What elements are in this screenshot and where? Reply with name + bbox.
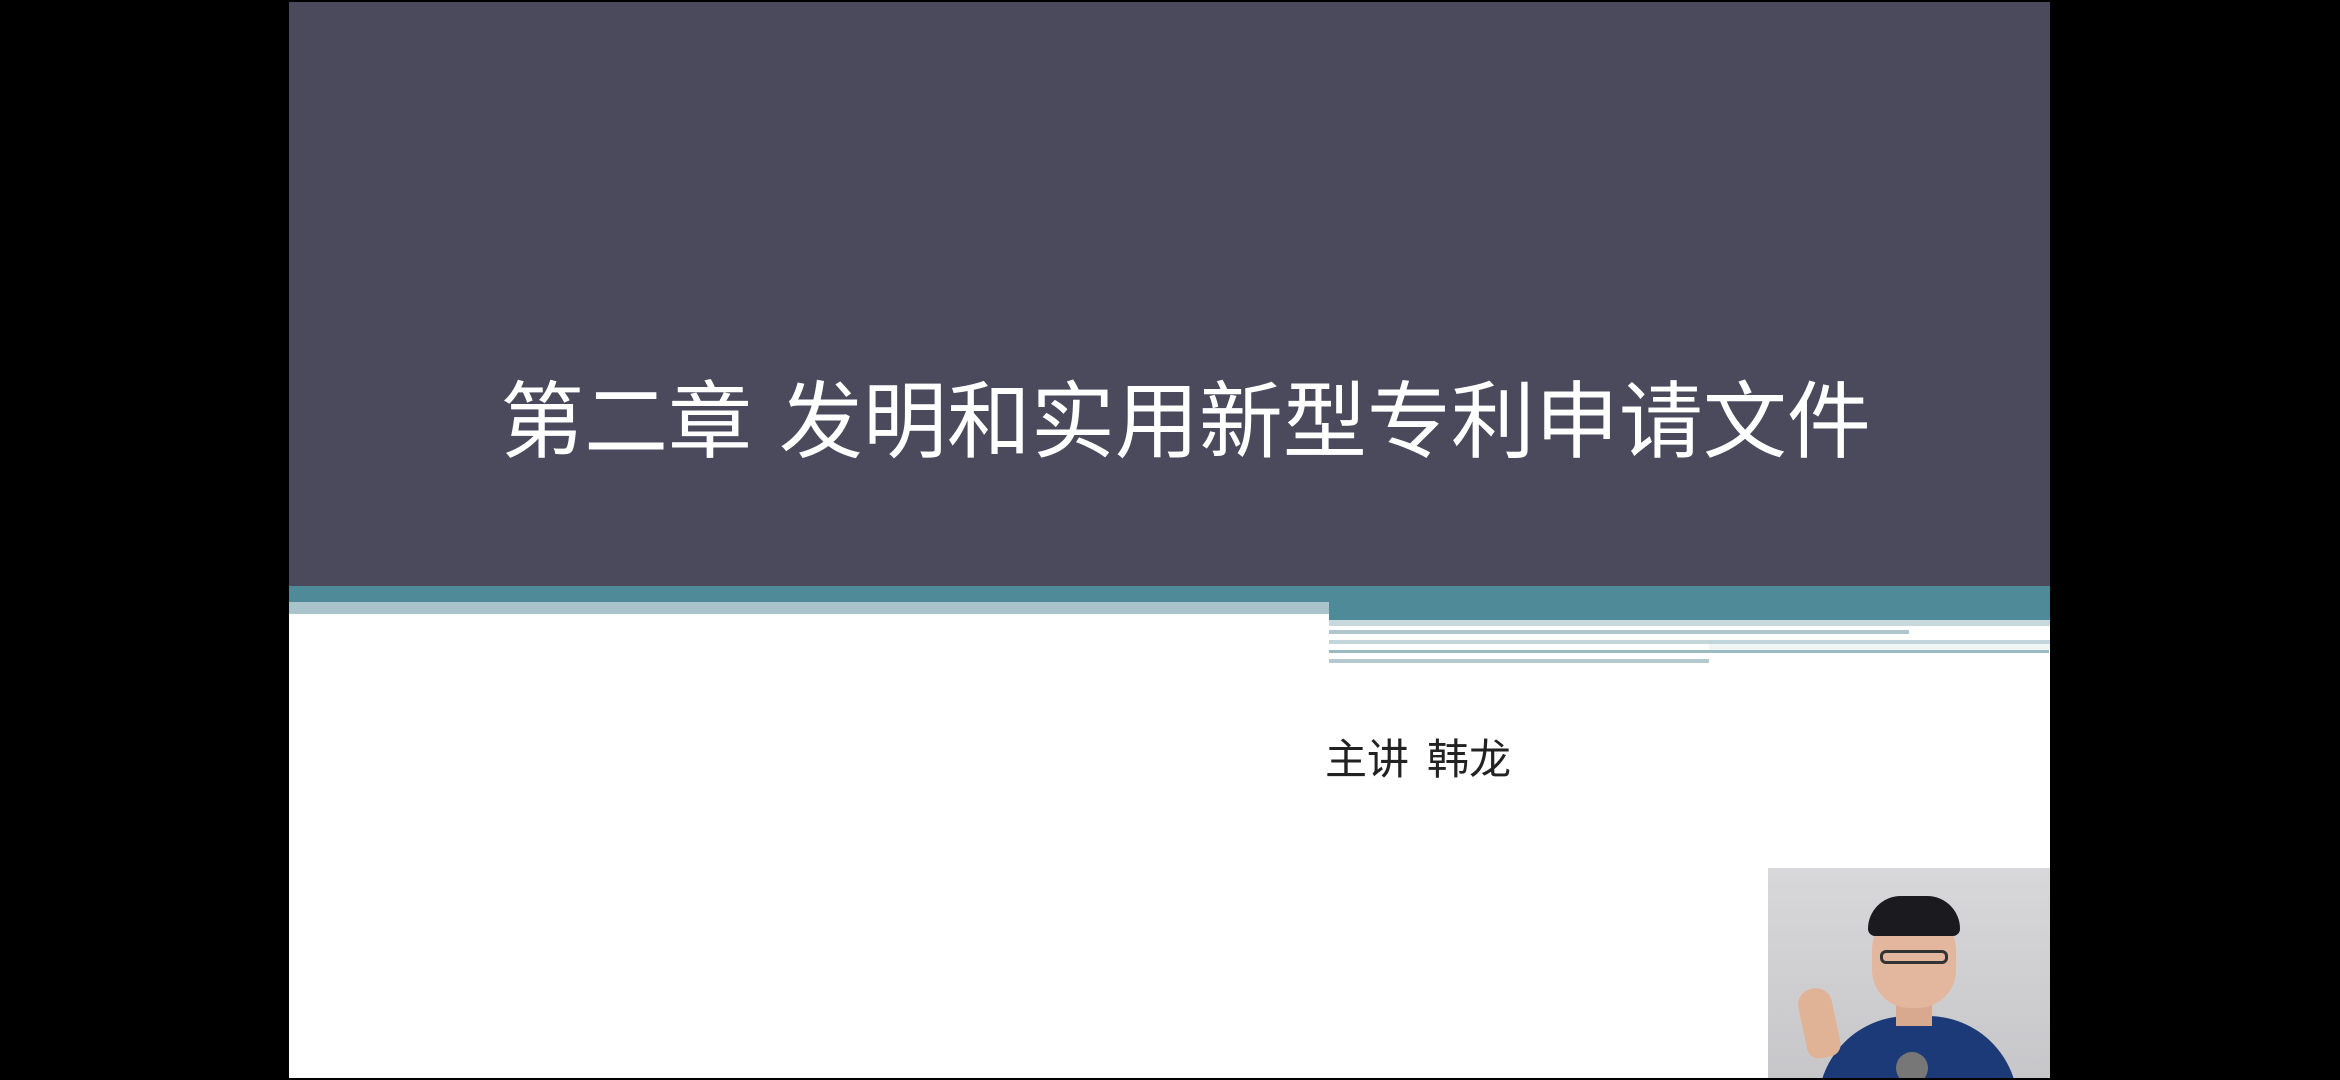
presenter-hair	[1868, 896, 1960, 936]
microphone-icon	[1896, 1052, 1928, 1078]
presenter-name: 韩龙	[1427, 735, 1512, 784]
presenter-glasses	[1880, 950, 1948, 964]
decorative-stripe-teal	[289, 586, 2050, 602]
presenter-video-feed[interactable]	[1768, 868, 2050, 1078]
decorative-line	[1329, 640, 2050, 644]
decorative-stripe-light	[289, 602, 1329, 614]
presenter-label: 主讲	[1325, 735, 1410, 784]
title-panel: 第二章 发明和实用新型专利申请文件	[289, 2, 2050, 586]
decorative-line	[1329, 659, 1709, 663]
decorative-line	[1329, 620, 2050, 626]
presenter-credit: 主讲 韩龙	[1325, 732, 1511, 788]
screen: 第二章 发明和实用新型专利申请文件 主讲 韩龙	[0, 0, 2340, 1080]
decorative-line	[1329, 630, 1909, 634]
decorative-line	[1329, 650, 2049, 653]
decorative-stripe-right	[1329, 602, 2050, 620]
slide-title: 第二章 发明和实用新型专利申请文件	[500, 373, 1871, 471]
